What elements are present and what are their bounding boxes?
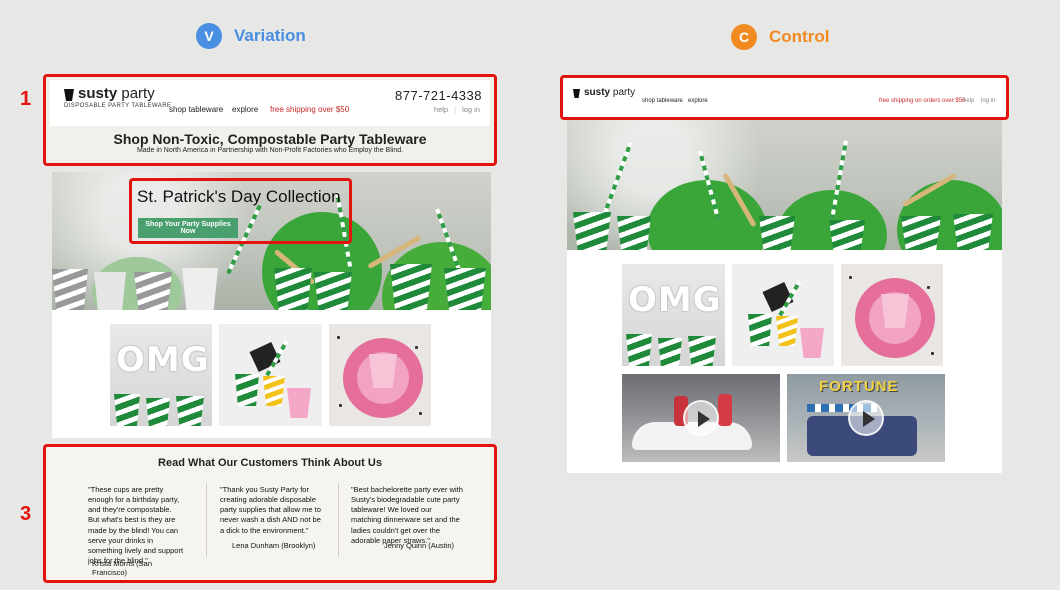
nav-shop-tableware[interactable]: shop tableware [169,105,223,114]
logo-word-bold: susty [78,85,118,102]
testimonials-section: Read What Our Customers Think About Us "… [43,444,497,583]
pink-plate-thumb[interactable] [841,264,943,366]
paper-straw [601,141,633,219]
shop-supplies-button[interactable]: Shop Your Party Supplies Now [138,218,238,238]
omg-product-thumb[interactable]: OMG! [110,324,212,426]
paper-cup [182,268,218,310]
logo-word-light: party [117,85,155,102]
paper-cup [390,264,432,310]
yellow-cups-thumb[interactable] [732,264,834,366]
paper-cup [274,268,312,310]
paper-cup [114,394,140,426]
control-badge: C [731,24,757,50]
play-icon[interactable] [683,400,719,436]
paper-cup [748,314,772,346]
nav-free-shipping[interactable]: free shipping on orders over $50 [879,98,965,104]
yellow-cups-thumb[interactable] [219,324,322,426]
control-logo[interactable]: susty party [573,88,635,98]
paper-cup [658,338,682,366]
paper-cup [688,336,716,366]
variation-logo[interactable]: susty party DISPOSABLE PARTY TABLEWARE [64,86,171,109]
paper-cup [573,212,611,250]
pink-cup [881,294,909,328]
variation-nav-bar: susty party DISPOSABLE PARTY TABLEWARE s… [50,80,490,126]
help-link[interactable]: help [963,98,974,104]
login-link[interactable]: log in [981,98,995,104]
confetti [931,352,934,355]
help-link[interactable]: help [434,105,448,114]
pink-cup [800,328,824,358]
variation-site-header: susty party DISPOSABLE PARTY TABLEWARE s… [43,74,497,166]
paper-cup [829,220,865,250]
logo-subtitle: DISPOSABLE PARTY TABLEWARE [64,103,172,109]
video-person [718,394,732,426]
cup-logo-icon [64,89,74,101]
confetti [339,404,342,407]
variation-badge: V [196,23,222,49]
divider [338,483,339,557]
omg-product-thumb[interactable]: OMG! [622,264,725,366]
yellow-cup [263,376,285,406]
logo-word-light: party [610,87,636,98]
variation-label: Variation [234,26,306,45]
phone-number[interactable]: 877-721-4338 [395,88,482,103]
omg-text: OMG! [628,280,725,320]
confetti [337,336,340,339]
paper-cup [94,272,126,310]
nav-explore[interactable]: explore [232,105,258,114]
testimonial-quote-1: "These cups are pretty enough for a birt… [88,485,184,565]
paper-cup [626,334,652,366]
control-label: Control [769,27,830,46]
omg-text: OMG! [116,340,212,380]
tagline-sub: Made in North America in Partnership wit… [136,147,404,154]
paper-cup [134,272,172,310]
nav-explore[interactable]: explore [688,98,708,104]
marker-3: 3 [20,503,32,525]
fortune-video[interactable]: FORTUNE [787,374,945,462]
testimonial-author-3: Jenny Quinn (Austin) [384,541,455,550]
testimonial-author-2: Lena Dunham (Brooklyn) [232,541,316,550]
control-site-header: susty party shop tableware explore free … [560,75,1009,120]
testimonial-author-1: Krista Morris (San Francisco) [92,559,153,577]
confetti [927,286,930,289]
testimonial-quote-2: "Thank you Susty Party for creating ador… [220,485,321,535]
testimonials-title: Read What Our Customers Think About Us [158,457,382,469]
control-header: C Control [731,24,829,50]
logo-word-bold: susty [584,87,611,98]
cup-logo-icon [573,89,580,98]
paper-cup [953,214,993,250]
nav-shop-tableware[interactable]: shop tableware [642,98,683,104]
control-hero-image [567,120,1002,250]
divider [206,483,207,557]
paper-cup [146,398,170,426]
nav-free-shipping[interactable]: free shipping over $50 [270,105,349,114]
variation-header: V Variation [196,23,306,49]
pink-cup [287,388,311,418]
hero-title: St. Patrick's Day Collection [137,187,341,206]
confetti [415,346,418,349]
confetti [849,276,852,279]
yellow-cup [776,316,798,346]
paper-cup [444,268,486,310]
pink-plate-thumb[interactable] [329,324,431,426]
play-icon[interactable] [848,400,884,436]
paper-cup [314,272,352,310]
tagline: Shop Non-Toxic, Compostable Party Tablew… [113,131,427,147]
testimonial-quote-3: "Best bachelorette party ever with Susty… [351,485,463,545]
paper-cup [176,396,204,426]
hero-callout: St. Patrick's Day Collection Shop Your P… [129,178,352,244]
paper-cup [52,269,88,310]
paper-cup [759,216,795,250]
marker-1: 1 [20,88,32,110]
paper-cup [901,216,941,250]
paper-cup [617,216,651,250]
login-link[interactable]: log in [462,105,480,114]
factory-video[interactable] [622,374,780,462]
confetti [419,412,422,415]
video-sign-text: FORTUNE [819,378,899,395]
account-links: help | log in [433,105,480,114]
paper-cup [235,374,259,406]
pink-cup [369,354,397,388]
